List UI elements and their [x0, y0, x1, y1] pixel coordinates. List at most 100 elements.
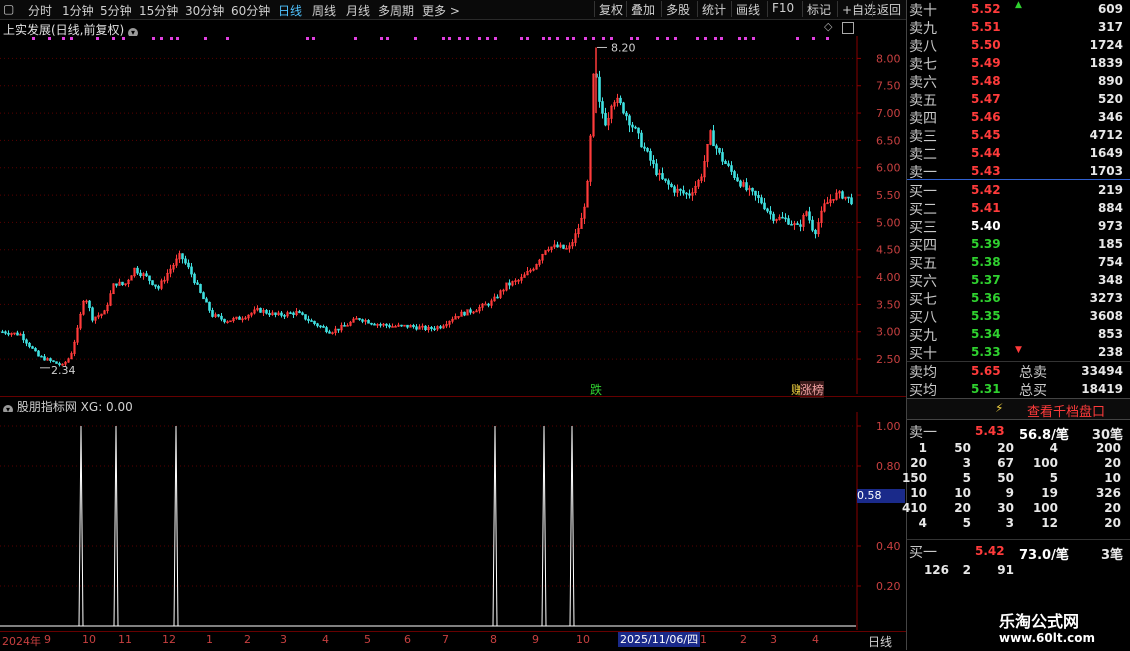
candle-body [673, 186, 676, 193]
period-tab-1min[interactable]: 1分钟 [62, 2, 94, 19]
candle-body [730, 165, 733, 172]
mark-button[interactable]: 标记 [802, 1, 831, 17]
candle-body [634, 126, 637, 129]
candle-body [604, 113, 607, 126]
signal-dot [566, 37, 569, 40]
signal-dot [584, 37, 587, 40]
candle-body [328, 331, 331, 334]
watermark-title: 乐淘公式网 [999, 612, 1080, 631]
low-price-label: 2.34 [51, 364, 76, 377]
candlestick-chart[interactable]: 8.20 2.34 [0, 36, 856, 394]
add-favorite-button[interactable]: +自选 [837, 1, 876, 17]
bid-row[interactable]: 买十 5.33 238 ▼ [909, 343, 1123, 362]
down-arrow-icon: ▼ [1015, 345, 1022, 355]
ask-row[interactable]: 卖九 5.51 317 [909, 18, 1123, 37]
candle-body [685, 192, 688, 195]
bid-row[interactable]: 买三 5.40 973 [909, 217, 1123, 236]
candle-body [739, 180, 742, 187]
candle-body [787, 218, 790, 225]
candle-body [412, 325, 415, 328]
candle-body [682, 190, 685, 194]
f10-button[interactable]: F10 [767, 1, 794, 17]
stats-button[interactable]: 统计 [697, 1, 726, 17]
candle-body [808, 211, 811, 221]
period-tab-weekly[interactable]: 周线 [312, 2, 336, 19]
candle-body [736, 177, 739, 182]
period-tab-15min[interactable]: 15分钟 [139, 2, 178, 19]
signal-dot [696, 37, 699, 40]
ask-row[interactable]: 卖二 5.44 1649 [909, 144, 1123, 163]
signal-dot [226, 37, 229, 40]
candle-body [298, 311, 301, 314]
bid-row[interactable]: 买六 5.37 348 [909, 271, 1123, 290]
bid-row[interactable]: 买四 5.39 185 [909, 235, 1123, 254]
ask-row[interactable]: 卖三 5.45 4712 [909, 126, 1123, 145]
period-label: 日线 [868, 635, 893, 649]
bid-row[interactable]: 买八 5.35 3608 [909, 307, 1123, 326]
indicator-tick-label: 0.40 [876, 540, 901, 553]
candle-body [319, 325, 322, 328]
multi-stock-button[interactable]: 多股 [661, 1, 690, 17]
ask-row[interactable]: 卖五 5.47 520 [909, 90, 1123, 109]
candle-body [637, 127, 640, 134]
toolbar-square-icon[interactable]: ▢ [3, 2, 14, 16]
candle-body [433, 328, 436, 330]
candle-body [157, 285, 160, 289]
period-tab-60min[interactable]: 60分钟 [231, 2, 270, 19]
ask-row[interactable]: 卖六 5.48 890 [909, 72, 1123, 91]
period-tab-monthly[interactable]: 月线 [346, 2, 370, 19]
watermark-url: www.60lt.com [999, 631, 1096, 645]
back-button[interactable]: 返回 [872, 1, 901, 17]
candle-body [619, 97, 622, 104]
ask-row[interactable]: 卖一 5.43 1703 [909, 162, 1123, 181]
price-tick-label: 3.50 [876, 298, 901, 311]
maximize-icon[interactable] [842, 22, 854, 34]
candle-body [205, 298, 208, 303]
ask-row[interactable]: 卖八 5.50 1724 [909, 36, 1123, 55]
candle-body [799, 224, 802, 227]
time-tick: 12 [162, 633, 176, 646]
candle-body [40, 355, 43, 358]
view-depth-button[interactable]: ⚡ 查看千档盘口 [907, 398, 1130, 420]
ask-row[interactable]: 卖十 5.52 609 ▲ [909, 0, 1123, 19]
candle-body [763, 202, 766, 210]
candle-body [814, 229, 817, 235]
period-tab-30min[interactable]: 30分钟 [185, 2, 224, 19]
diamond-icon[interactable]: ◇ [824, 20, 832, 33]
period-tab-fenshi[interactable]: 分时 [28, 2, 52, 19]
period-tab-daily[interactable]: 日线 [278, 2, 302, 19]
candle-body [754, 190, 757, 196]
chart-title: 上实发展(日线,前复权) [3, 23, 125, 37]
toolbar: ▢ 分时 1分钟 5分钟 15分钟 30分钟 60分钟 日线 周线 月线 多周期… [0, 0, 906, 20]
candle-body [220, 315, 223, 320]
fuquan-button[interactable]: 复权 [594, 1, 623, 17]
bid-row[interactable]: 买七 5.36 3273 [909, 289, 1123, 308]
ask-row[interactable]: 卖四 5.46 346 [909, 108, 1123, 127]
ask-row[interactable]: 卖七 5.49 1839 [909, 54, 1123, 73]
candle-body [562, 244, 565, 249]
indicator-chart[interactable] [0, 412, 856, 630]
candle-body [784, 217, 787, 220]
time-tick: 5 [364, 633, 371, 646]
candle-body [811, 219, 814, 231]
period-tab-5min[interactable]: 5分钟 [100, 2, 132, 19]
bid-row[interactable]: 买二 5.41 884 [909, 199, 1123, 218]
candle-body [772, 213, 775, 221]
bid-row[interactable]: 买一 5.42 219 [909, 181, 1123, 200]
signal-dot [656, 37, 659, 40]
period-tab-more[interactable]: 更多 > [422, 2, 460, 19]
candle-body [733, 171, 736, 178]
signal-dot [826, 37, 829, 40]
candle-body [361, 319, 364, 322]
candle-body [322, 326, 325, 328]
price-tick-label: 7.00 [876, 107, 901, 120]
draw-line-button[interactable]: 画线 [731, 1, 760, 17]
candle-body [667, 180, 670, 185]
candle-body [139, 272, 142, 277]
bid-row[interactable]: 买九 5.34 853 [909, 325, 1123, 344]
bid-row[interactable]: 买五 5.38 754 [909, 253, 1123, 272]
overlay-button[interactable]: 叠加 [626, 1, 655, 17]
time-tick: 4 [322, 633, 329, 646]
period-tab-multi[interactable]: 多周期 [378, 2, 414, 19]
candle-body [4, 331, 7, 334]
